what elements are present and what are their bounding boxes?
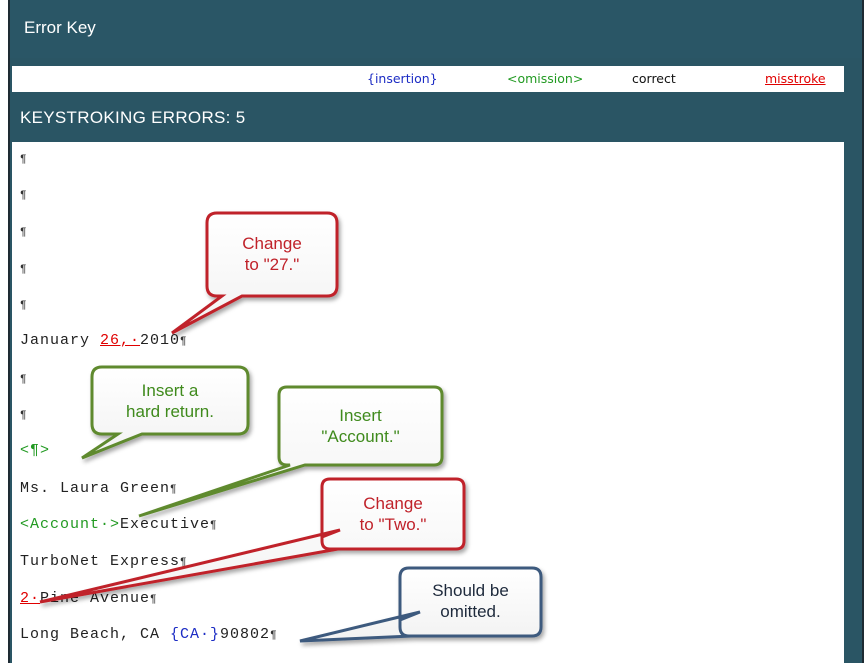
account-omission: <Account·>	[20, 516, 121, 533]
blank-line: ¶	[20, 150, 28, 167]
pilcrow-icon: ¶	[170, 484, 178, 496]
window-title: Error Key	[10, 0, 862, 58]
date-misstroke: 26,·	[100, 332, 141, 349]
pilcrow-icon: ¶	[20, 264, 28, 276]
callout-should-be-omitted-text: Should be omitted.	[400, 580, 541, 622]
callout-line: Insert a	[141, 381, 199, 400]
title-line: <Account·>Executive¶	[20, 516, 218, 533]
callout-line: to "27."	[244, 255, 300, 274]
pilcrow-icon: ¶	[20, 410, 28, 422]
zip-text: 90802	[220, 626, 271, 643]
blank-line: ¶	[20, 186, 28, 203]
callout-line: Insert	[339, 406, 382, 425]
callout-line: Change	[363, 494, 423, 513]
legend-insertion: {insertion}	[367, 71, 438, 86]
keystroking-errors-header: KEYSTROKING ERRORS: 5	[20, 108, 246, 127]
pilcrow-icon: ¶	[20, 190, 28, 202]
callout-line: Should be	[432, 581, 509, 600]
street-misstroke: 2·	[20, 590, 41, 607]
pilcrow-icon: ¶	[20, 300, 28, 312]
callout-insert-hard-return-text: Insert a hard return.	[92, 380, 248, 422]
callout-change-27-text: Change to "27."	[207, 233, 337, 275]
city-line: Long Beach, CA {CA·}90802¶	[20, 626, 278, 643]
city-prefix: Long Beach, CA	[20, 626, 171, 643]
legend-misstroke: misstroke	[765, 71, 826, 86]
legend-omission: <omission>	[507, 71, 584, 86]
pilcrow-icon: ¶	[20, 154, 28, 166]
callout-line: omitted.	[440, 602, 501, 621]
date-suffix: 2010	[140, 332, 181, 349]
date-line: January 26,·2010¶	[20, 332, 188, 349]
pilcrow-icon: ¶	[150, 594, 158, 606]
executive-text: Executive	[120, 516, 211, 533]
name-text: Ms. Laura Green	[20, 480, 171, 497]
callout-change-two-text: Change to "Two."	[322, 493, 464, 535]
street-line: 2·Pine Avenue¶	[20, 590, 158, 607]
hard-return-omission: <¶>	[20, 442, 51, 459]
company-text: TurboNet Express	[20, 553, 181, 570]
callout-line: Change	[242, 234, 302, 253]
blank-line: ¶	[20, 406, 28, 423]
date-prefix: January	[20, 332, 101, 349]
pilcrow-icon: ¶	[180, 557, 188, 569]
name-line: Ms. Laura Green¶	[20, 480, 178, 497]
city-insertion: {CA·}	[170, 626, 221, 643]
legend-correct: correct	[632, 71, 676, 86]
pilcrow-icon: ¶	[180, 336, 188, 348]
callout-line: hard return.	[126, 402, 214, 421]
callout-insert-account-text: Insert "Account."	[279, 405, 442, 447]
pilcrow-icon: ¶	[20, 227, 28, 239]
blank-line: ¶	[20, 260, 28, 277]
blank-line: ¶	[20, 223, 28, 240]
callout-line: "Account."	[321, 427, 400, 446]
pilcrow-icon: ¶	[210, 520, 218, 532]
callout-line: to "Two."	[359, 515, 427, 534]
blank-line: ¶	[20, 370, 28, 387]
pilcrow-icon: ¶	[20, 374, 28, 386]
company-line: TurboNet Express¶	[20, 553, 188, 570]
pilcrow-icon: ¶	[270, 630, 278, 642]
error-legend: {insertion} <omission> correct misstroke	[12, 66, 844, 92]
street-text: Pine Avenue	[40, 590, 151, 607]
blank-line: ¶	[20, 296, 28, 313]
